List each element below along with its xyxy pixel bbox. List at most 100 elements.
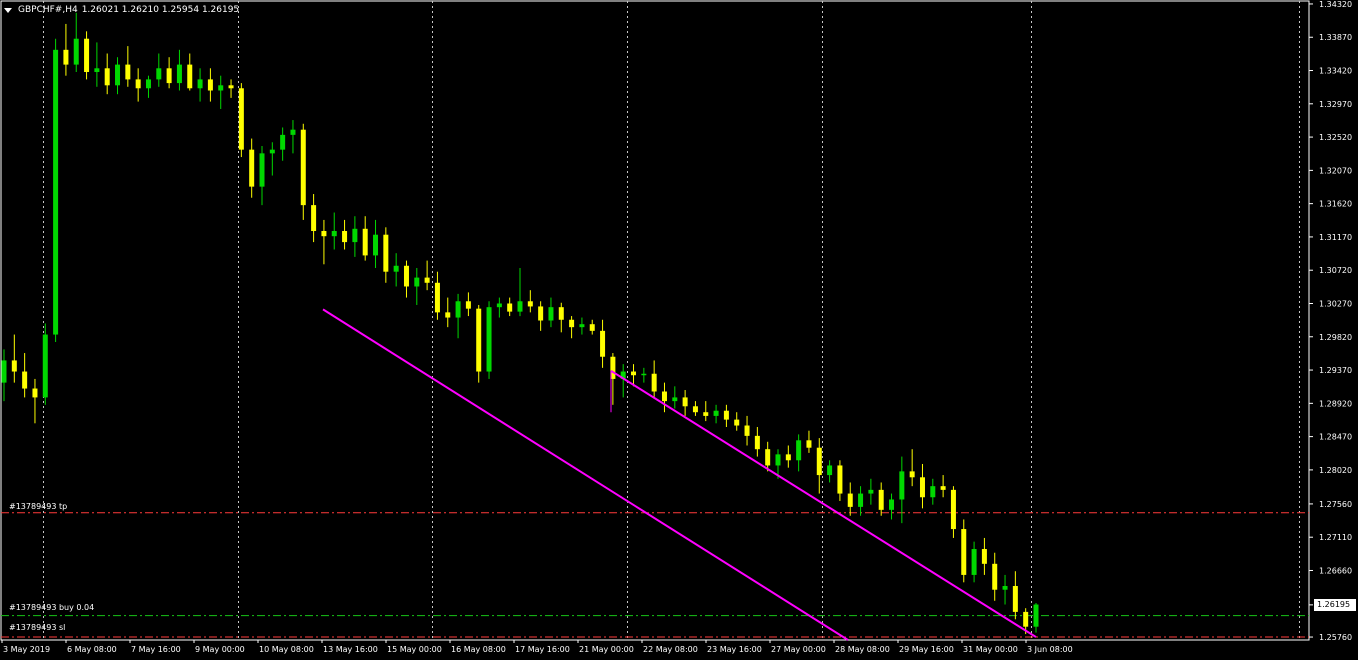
candle-bull [414, 277, 420, 287]
candle-bear [703, 412, 709, 416]
candle-bull [373, 234, 379, 256]
candle-bull [393, 265, 399, 272]
x-tick-label: 29 May 16:00 [899, 645, 954, 654]
candle-bear [981, 549, 987, 564]
candle-bear [1023, 611, 1029, 627]
candle-bull [775, 454, 781, 466]
candle-bear [32, 388, 38, 398]
x-tick-label: 27 May 00:00 [771, 645, 826, 654]
candle-bear [600, 330, 606, 357]
y-tick-label: 1.28920 [1319, 399, 1352, 408]
candle-bull [868, 489, 874, 494]
candle-bull [672, 397, 678, 402]
candle-bear [734, 419, 740, 426]
candle-bull [269, 149, 275, 154]
plot-frame [0, 0, 1310, 641]
y-tick-label: 1.27560 [1319, 500, 1352, 509]
candle-bull [352, 228, 358, 243]
candle-bear [403, 265, 409, 287]
candle-bear [249, 149, 255, 187]
x-tick-label: 23 May 16:00 [707, 645, 762, 654]
current-price-marker: 1.26195 [1314, 599, 1356, 611]
candle-bull [579, 324, 585, 328]
x-tick-label: 3 May 2019 [3, 645, 50, 654]
y-tick-label: 1.27110 [1319, 533, 1352, 542]
candle-bear [589, 324, 595, 331]
x-tick-label: 16 May 08:00 [451, 645, 506, 654]
candle-bull [145, 79, 151, 89]
order-label-buy: #13789493 buy 0.04 [9, 603, 95, 612]
y-tick-label: 1.26660 [1319, 566, 1352, 575]
candle-bear [238, 88, 244, 150]
candle-bear [207, 79, 213, 91]
candle-bear [961, 529, 967, 575]
candle-bear [837, 465, 843, 494]
candle-bull [713, 410, 719, 416]
candle-bear [661, 391, 667, 402]
candle-bull [930, 486, 936, 498]
y-tick-label: 1.32070 [1319, 166, 1352, 175]
candle-bull [517, 301, 523, 312]
candle-bull [73, 38, 79, 65]
candle-bear [228, 85, 234, 89]
collapse-triangle-icon[interactable] [4, 7, 12, 13]
candle-bull [259, 153, 265, 187]
candle-bull [641, 373, 647, 376]
x-tick-label: 22 May 08:00 [643, 645, 698, 654]
candle-bear [84, 38, 90, 72]
y-tick-label: 1.32970 [1319, 100, 1352, 109]
x-tick-label: 31 May 00:00 [963, 645, 1018, 654]
price-chart[interactable]: 1.34320 1.33870 1.33420 1.32970 1.32520 1.320… [0, 0, 1358, 660]
candle-bear [465, 301, 471, 309]
y-tick-label: 1.29370 [1319, 366, 1352, 375]
candle-bear [527, 301, 533, 307]
y-tick-label: 1.30270 [1319, 299, 1352, 308]
candle-bull [53, 49, 59, 335]
x-tick-label: 21 May 00:00 [579, 645, 634, 654]
candle-bear [765, 449, 771, 466]
candle-bear [651, 373, 657, 392]
candle-bull [899, 471, 905, 500]
x-tick-label: 17 May 16:00 [515, 645, 570, 654]
candle-bear [754, 435, 760, 450]
candle-bear [187, 64, 193, 89]
candle-bear [692, 406, 698, 413]
candle-bear [558, 307, 564, 320]
x-tick-label: 10 May 08:00 [259, 645, 314, 654]
candle-bull [496, 303, 502, 308]
x-tick-label: 13 May 16:00 [323, 645, 378, 654]
candle-bull [197, 79, 203, 89]
candle-bull [548, 307, 554, 321]
x-tick-label: 6 May 08:00 [67, 645, 117, 654]
chart-header: GBPCHF#,H4 1.26021 1.26210 1.25954 1.261… [4, 3, 239, 17]
candle-bull [858, 493, 864, 507]
channel-upper-line [610, 369, 1037, 638]
candle-bear [806, 440, 812, 448]
candle-bear [11, 360, 17, 372]
candle-bear [311, 205, 317, 232]
x-tick-label: 7 May 16:00 [131, 645, 181, 654]
y-tick-label: 1.31620 [1319, 200, 1352, 209]
candle-bull [156, 68, 162, 80]
candle-bear [22, 371, 28, 389]
candle-bear [992, 563, 998, 590]
x-tick-label: 9 May 00:00 [195, 645, 245, 654]
candle-bull [486, 307, 492, 372]
candle-bull [218, 85, 224, 91]
candle-bear [362, 228, 368, 256]
candle-bear [909, 471, 915, 478]
candle-bull [42, 334, 48, 398]
y-tick-label: 1.31170 [1319, 233, 1352, 242]
candle-bear [878, 489, 884, 510]
candle-bear [507, 303, 513, 312]
candle-bear [383, 234, 389, 272]
candle-bull [796, 440, 802, 461]
candle-bull [280, 134, 286, 150]
candle-bear [476, 308, 482, 372]
candle-bear [847, 493, 853, 507]
candle-bear [1012, 586, 1018, 612]
mt4-chart-window[interactable]: 1.34320 1.33870 1.33420 1.32970 1.32520 1.320… [0, 0, 1358, 660]
candle-bull [94, 68, 100, 72]
candle-bull [1, 360, 7, 383]
candle-bear [569, 319, 575, 328]
